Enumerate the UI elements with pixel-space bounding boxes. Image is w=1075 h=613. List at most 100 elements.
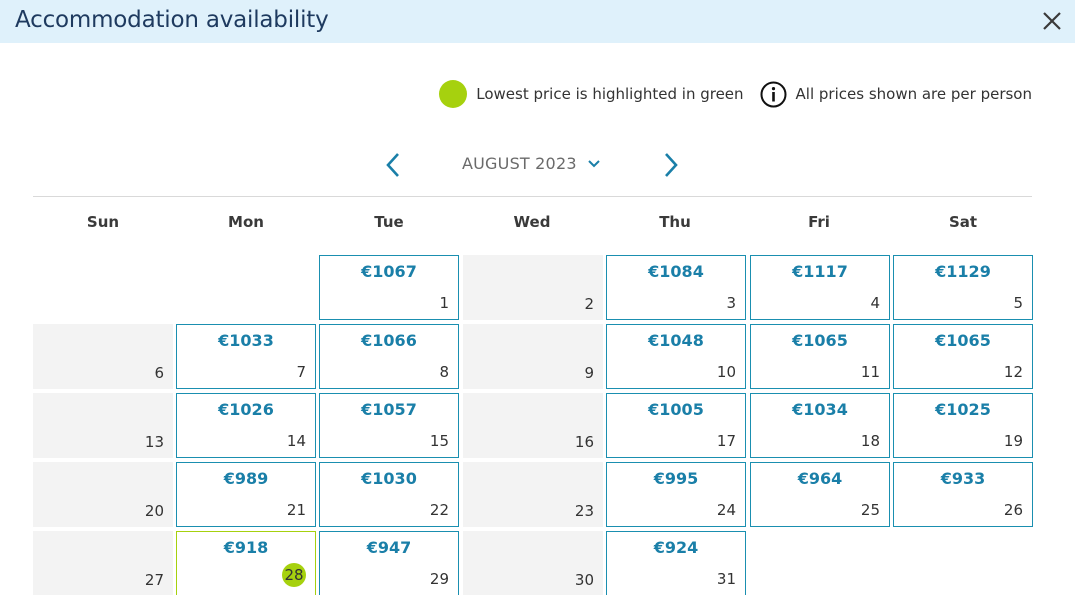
calendar-day-28[interactable]: €918 28: [176, 531, 316, 595]
day-number: 3: [726, 294, 736, 312]
calendar-day-20: 20: [33, 462, 173, 527]
day-number: 8: [439, 363, 449, 381]
day-number: 21: [286, 501, 306, 519]
day-price: €1026: [218, 400, 274, 419]
legend: Lowest price is highlighted in green All…: [439, 80, 1032, 108]
calendar-day-4[interactable]: €1117 4: [750, 255, 890, 320]
weekday-header: Sun Mon Tue Wed Thu Fri Sat: [33, 213, 1032, 235]
calendar-day-14[interactable]: €1026 14: [176, 393, 316, 458]
day-price: €933: [940, 469, 986, 488]
chevron-down-icon: [587, 159, 600, 167]
day-price: €1066: [361, 331, 417, 350]
day-number: 26: [1003, 501, 1023, 519]
day-price: €1065: [935, 331, 991, 350]
calendar-day-21[interactable]: €989 21: [176, 462, 316, 527]
calendar-day-26[interactable]: €933 26: [893, 462, 1033, 527]
day-price: €1033: [218, 331, 274, 350]
calendar-day-11[interactable]: €1065 11: [750, 324, 890, 389]
divider: [33, 196, 1032, 197]
day-price: €1067: [361, 262, 417, 281]
info-icon: [760, 81, 787, 107]
calendar-day-5[interactable]: €1129 5: [893, 255, 1033, 320]
calendar-day-24[interactable]: €995 24: [606, 462, 746, 527]
close-icon: [1043, 12, 1061, 30]
weekday-mon: Mon: [228, 213, 264, 231]
next-month-button[interactable]: [661, 152, 681, 178]
day-number: 5: [1013, 294, 1023, 312]
calendar-day-17[interactable]: €1005 17: [606, 393, 746, 458]
dialog-title: Accommodation availability: [15, 7, 329, 33]
close-button[interactable]: [1041, 10, 1063, 32]
day-price: €1065: [792, 331, 848, 350]
day-number: 2: [584, 295, 594, 313]
weekday-sat: Sat: [948, 213, 978, 231]
day-number: 14: [286, 432, 306, 450]
calendar-day-22[interactable]: €1030 22: [319, 462, 459, 527]
chevron-right-icon: [665, 153, 678, 177]
month-selector[interactable]: AUGUST 2023: [462, 154, 601, 173]
calendar-day-18[interactable]: €1034 18: [750, 393, 890, 458]
day-number: 4: [870, 294, 880, 312]
day-number: 13: [144, 433, 164, 451]
day-number: 29: [429, 570, 449, 588]
calendar-grid: €1067 1 2 €1084 3 €1117 4 €1129 5 6 €1033 7 €1066 8 9 €…: [33, 255, 1033, 595]
day-number: 7: [296, 363, 306, 381]
day-price: €1084: [648, 262, 704, 281]
dialog-header: Accommodation availability: [0, 0, 1075, 43]
day-number: 11: [860, 363, 880, 381]
day-price: €918: [223, 538, 269, 557]
day-number: 12: [1003, 363, 1023, 381]
day-number: 24: [716, 501, 736, 519]
day-number: 18: [860, 432, 880, 450]
day-number: 9: [584, 364, 594, 382]
day-price: €1117: [792, 262, 848, 281]
day-number: 23: [574, 502, 594, 520]
calendar-day-12[interactable]: €1065 12: [893, 324, 1033, 389]
weekday-tue: Tue: [374, 213, 404, 231]
day-price: €1005: [648, 400, 704, 419]
day-number: 1: [439, 294, 449, 312]
day-price: €1048: [648, 331, 704, 350]
calendar-day-7[interactable]: €1033 7: [176, 324, 316, 389]
day-number: 22: [429, 501, 449, 519]
lowest-price-legend: Lowest price is highlighted in green: [476, 85, 744, 103]
day-number: 31: [716, 570, 736, 588]
day-price: €1030: [361, 469, 417, 488]
day-number: 20: [144, 502, 164, 520]
calendar-day-1[interactable]: €1067 1: [319, 255, 459, 320]
month-label: AUGUST 2023: [462, 154, 577, 173]
per-person-legend: All prices shown are per person: [795, 85, 1032, 103]
day-number: 27: [144, 571, 164, 589]
calendar-day-13: 13: [33, 393, 173, 458]
day-number: 17: [716, 432, 736, 450]
day-number: 30: [574, 571, 594, 589]
calendar-day-29[interactable]: €947 29: [319, 531, 459, 595]
day-number: 10: [716, 363, 736, 381]
weekday-fri: Fri: [808, 213, 830, 231]
calendar-day-15[interactable]: €1057 15: [319, 393, 459, 458]
chevron-left-icon: [386, 153, 399, 177]
day-price: €1025: [935, 400, 991, 419]
calendar-day-30: 30: [463, 531, 603, 595]
calendar-day-8[interactable]: €1066 8: [319, 324, 459, 389]
weekday-sun: Sun: [86, 213, 120, 231]
day-number: 19: [1003, 432, 1023, 450]
weekday-wed: Wed: [513, 213, 551, 231]
calendar-day-2: 2: [463, 255, 603, 320]
month-navigation: AUGUST 2023: [0, 148, 1075, 182]
previous-month-button[interactable]: [383, 152, 403, 178]
weekday-thu: Thu: [659, 213, 691, 231]
calendar-day-31[interactable]: €924 31: [606, 531, 746, 595]
day-price: €1129: [935, 262, 991, 281]
calendar-day-3[interactable]: €1084 3: [606, 255, 746, 320]
calendar-day-10[interactable]: €1048 10: [606, 324, 746, 389]
day-price: €947: [366, 538, 412, 557]
calendar-day-19[interactable]: €1025 19: [893, 393, 1033, 458]
day-number: 6: [154, 364, 164, 382]
calendar-day-25[interactable]: €964 25: [750, 462, 890, 527]
calendar-day-16: 16: [463, 393, 603, 458]
lowest-price-dot-icon: [439, 80, 468, 108]
day-price: €995: [653, 469, 699, 488]
lowest-price-day-number: 28: [282, 563, 306, 587]
day-number: 16: [574, 433, 594, 451]
